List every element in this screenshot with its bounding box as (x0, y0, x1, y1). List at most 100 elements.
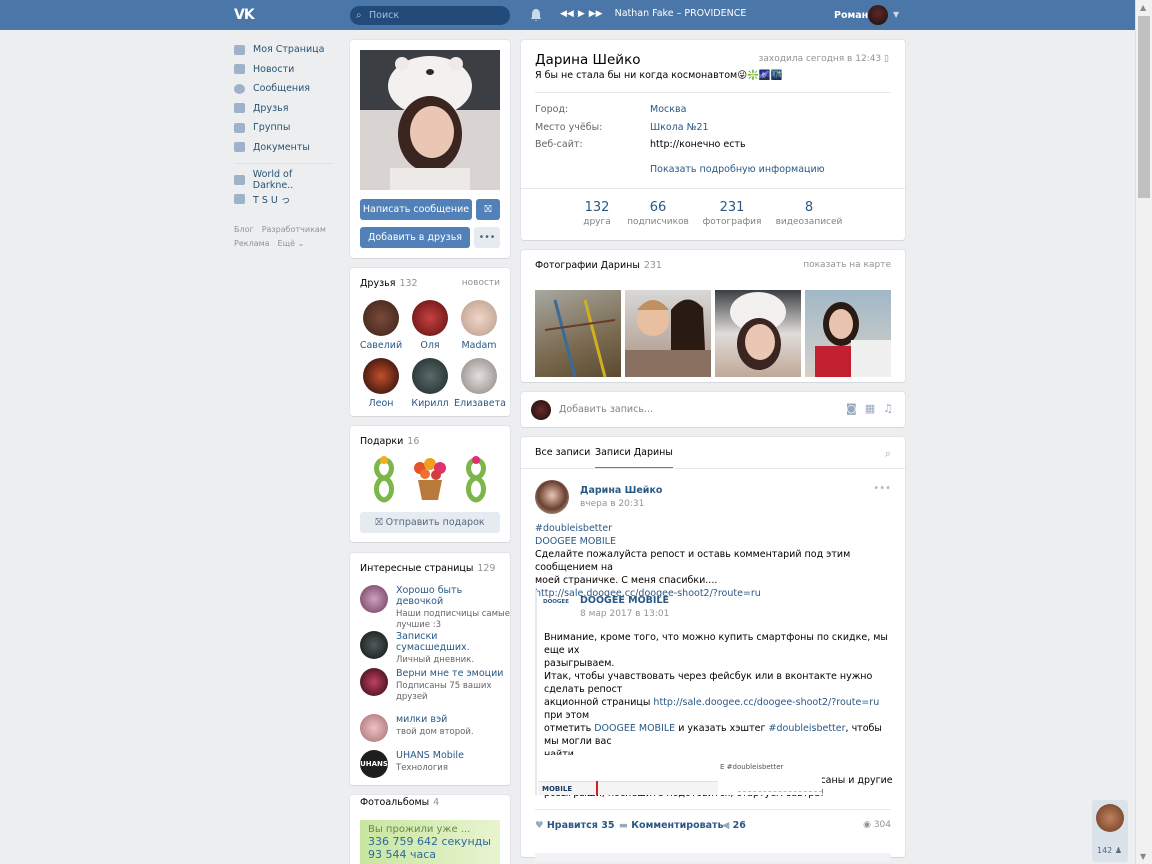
search-input[interactable]: ⌕ Поиск (350, 6, 510, 25)
scroll-up-icon[interactable]: ▲ (1140, 3, 1146, 12)
interesting-page-item[interactable]: Верни мне те эмоции Подписаны 75 ваших дру… (360, 668, 510, 703)
repost-mention[interactable]: DOOGEE MOBILE (594, 723, 675, 734)
add-friend-button[interactable]: Добавить в друзья (360, 227, 470, 248)
avatar (412, 300, 448, 336)
current-user-avatar[interactable] (868, 5, 888, 25)
nav-item-friends[interactable]: Друзья (234, 99, 334, 119)
albums-title[interactable]: Фотоальбомы 4 (360, 797, 439, 808)
friend-item[interactable]: Кирилл (405, 358, 455, 409)
scrollbar-thumb[interactable] (1138, 16, 1150, 198)
friend-item[interactable]: Оля (405, 300, 455, 351)
interesting-page-item[interactable]: Хорошо быть девочкой Наши подписчицы самы… (360, 585, 510, 631)
photos-title[interactable]: Фотографии Дарины 231 (535, 260, 662, 271)
more-actions-button[interactable]: ••• (474, 227, 500, 248)
nav-item-groups[interactable]: Группы (234, 118, 334, 138)
nav-item-messages[interactable]: Сообщения (234, 79, 334, 99)
preview-left-text: MOBILE (542, 785, 573, 793)
interesting-count: 129 (477, 563, 496, 574)
vk-logo[interactable]: VK (234, 7, 258, 23)
chevron-down-icon[interactable]: ▼ (893, 10, 899, 19)
share-button[interactable]: ◀ 26 (722, 820, 746, 831)
composer-input[interactable]: Добавить запись... (559, 404, 653, 415)
current-user-name[interactable]: Роман (834, 10, 868, 21)
interesting-page-item[interactable]: милки вэй твой дом второй. (360, 714, 510, 742)
repost-author[interactable]: DOOGEE MOBILE (580, 595, 669, 606)
info-value: http://конечно есть (650, 139, 746, 150)
stat-friends[interactable]: 132 друга (562, 200, 632, 227)
friend-item[interactable]: Елизавета (454, 358, 506, 409)
camera-icon[interactable]: ◙ (846, 402, 857, 415)
bell-icon[interactable] (530, 8, 542, 22)
show-on-map-link[interactable]: показать на карте (803, 260, 891, 270)
chat-count: 142 (1097, 846, 1113, 855)
stat-photos[interactable]: 231 фотография (697, 200, 767, 227)
next-track-icon[interactable]: ▶▶ (589, 9, 603, 19)
send-gift-wide-button[interactable]: ⛝ Отправить подарок (360, 512, 500, 533)
photo-thumbnail[interactable] (535, 290, 621, 378)
gift-icon: ⛝ (484, 204, 492, 215)
post-time[interactable]: вчера в 20:31 (580, 499, 644, 509)
footer-link-blog[interactable]: Блог (234, 225, 254, 234)
now-playing-title[interactable]: Nathan Fake – PROVIDENCE (615, 8, 747, 19)
like-button[interactable]: ♥ Нравится 35 (535, 820, 614, 831)
interesting-page-item[interactable]: Записки сумасшедших. Личный дневник. (360, 631, 510, 666)
music-icon[interactable]: ♫ (883, 402, 893, 415)
prev-track-icon[interactable]: ◀◀ (560, 9, 574, 19)
nav-item-group-tsu[interactable]: T S U っ (234, 190, 334, 210)
search-icon[interactable]: ⌕ (885, 447, 891, 461)
play-icon[interactable]: ▶ (578, 9, 585, 19)
footer-link-ads[interactable]: Реклама (234, 239, 270, 248)
footer-link-more[interactable]: Ещё ⌄ (278, 239, 305, 248)
mobile-icon: ▯ (884, 54, 889, 64)
tab-own-posts[interactable]: Записи Дарины (595, 437, 673, 469)
show-details-link[interactable]: Показать подробную информацию (650, 164, 825, 175)
repost-link[interactable]: http://sale.doogee.cc/doogee-shoot2/?rou… (653, 697, 879, 708)
friend-item[interactable]: Madam (454, 300, 504, 351)
interesting-title[interactable]: Интересные страницы 129 (360, 563, 495, 574)
send-gift-button[interactable]: ⛝ (476, 199, 500, 220)
info-value[interactable]: Москва (650, 104, 686, 115)
stat-label: друга (583, 217, 611, 227)
stat-followers[interactable]: 66 подписчиков (623, 200, 693, 227)
repost-hashtag[interactable]: #doubleisbetter (769, 723, 846, 734)
nav-item-group-world-of-darkness[interactable]: World of Darkne.. (234, 169, 334, 191)
post-hashtag[interactable]: #doubleisbetter (535, 522, 891, 535)
photo-thumbnail[interactable] (715, 290, 801, 377)
gift-item[interactable] (456, 456, 496, 504)
chat-avatar[interactable] (1096, 804, 1124, 832)
send-message-button[interactable]: Написать сообщение (360, 199, 472, 220)
page-scrollbar[interactable]: ▲ ▼ (1135, 0, 1152, 864)
nav-item-documents[interactable]: Документы (234, 138, 334, 158)
video-icon[interactable]: ▦ (865, 402, 875, 415)
interesting-page-item[interactable]: UHANS UHANS Mobile Технология (360, 750, 510, 778)
album-cover[interactable]: Вы прожили уже ... 336 759 642 секунды 9… (360, 820, 500, 864)
comment-button[interactable]: ▬ Комментировать (619, 820, 724, 831)
friend-item[interactable]: Леон (356, 358, 406, 409)
post-menu-icon[interactable]: ••• (873, 483, 891, 494)
gift-item[interactable] (364, 456, 404, 504)
chat-online-count: 142 ♟ (1097, 846, 1122, 855)
post-mention[interactable]: DOOGEE MOBILE (535, 535, 891, 548)
friends-title[interactable]: Друзья 132 (360, 278, 418, 289)
tab-all-posts[interactable]: Все записи (535, 437, 590, 469)
nav-item-news[interactable]: Новости (234, 60, 334, 80)
repost-preview-image[interactable]: MOBILE E #doubleisbetter (538, 755, 822, 795)
nav-item-my-page[interactable]: Моя Страница (234, 40, 334, 60)
photo-thumbnail[interactable] (625, 290, 711, 377)
post-author-avatar[interactable] (535, 480, 569, 514)
gift-item[interactable] (410, 456, 450, 504)
gifts-title[interactable]: Подарки 16 (360, 436, 419, 447)
photo-thumbnail[interactable] (805, 290, 891, 377)
profile-photo[interactable] (360, 50, 500, 190)
profile-status[interactable]: Я бы не стала бы ни когда космонавтом😜❇️… (535, 70, 783, 81)
friend-item[interactable]: Савелий (356, 300, 406, 351)
repost-time[interactable]: 8 мар 2017 в 13:01 (580, 609, 669, 619)
scroll-down-icon[interactable]: ▼ (1140, 852, 1146, 861)
info-value[interactable]: Школа №21 (650, 122, 709, 133)
footer-link-developers[interactable]: Разработчикам (262, 225, 326, 234)
show-more-comments-bar[interactable] (535, 853, 891, 861)
friends-news-link[interactable]: новости (462, 278, 500, 288)
chat-widget[interactable]: 142 ♟ (1092, 800, 1128, 862)
post-author-name[interactable]: Дарина Шейко (580, 485, 662, 496)
stat-videos[interactable]: 8 видеозаписей (774, 200, 844, 227)
